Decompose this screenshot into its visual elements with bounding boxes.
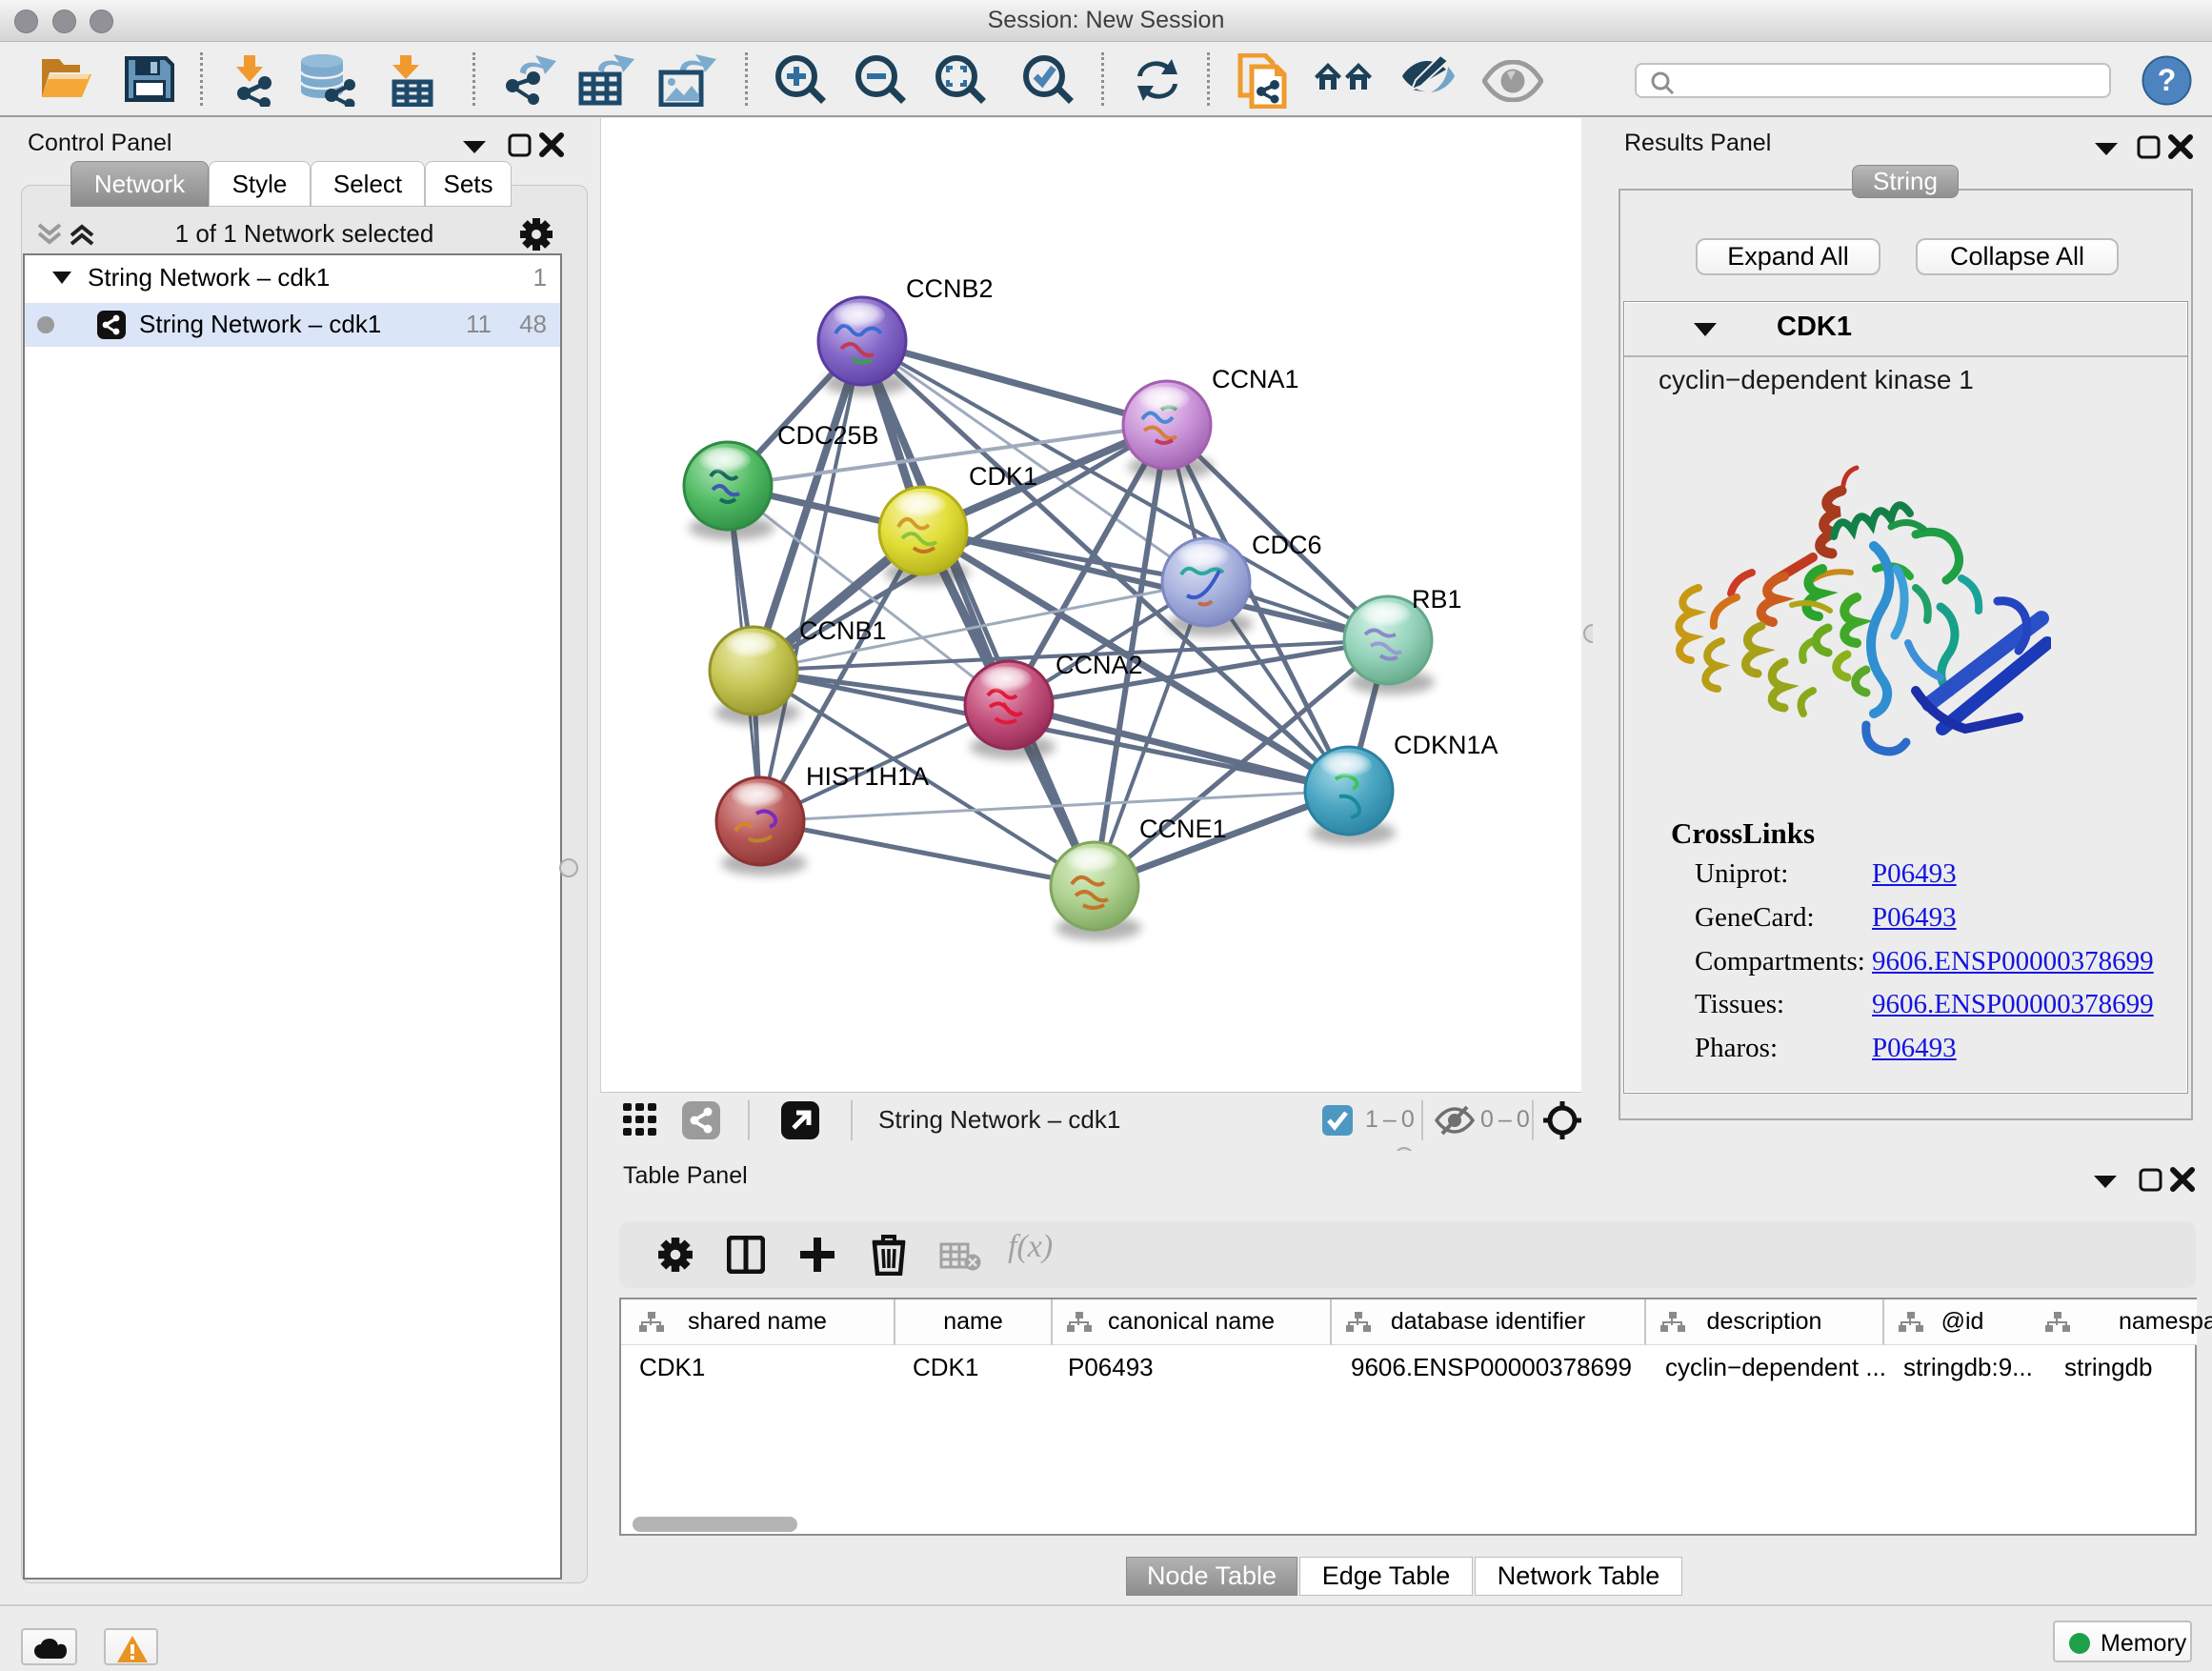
svg-text:CCNA2: CCNA2: [1056, 651, 1143, 679]
svg-text:CDK1: CDK1: [969, 462, 1037, 491]
svg-text:CCNA1: CCNA1: [1212, 365, 1299, 393]
svg-text:RB1: RB1: [1412, 585, 1462, 614]
svg-text:CCNE1: CCNE1: [1139, 815, 1227, 843]
svg-text:?: ?: [2158, 63, 2177, 97]
svg-text:CCNB1: CCNB1: [799, 616, 887, 645]
svg-text:CDC6: CDC6: [1252, 531, 1322, 559]
svg-text:CCNB2: CCNB2: [906, 274, 994, 303]
svg-text:HIST1H1A: HIST1H1A: [806, 762, 929, 791]
svg-text:CDKN1A: CDKN1A: [1394, 731, 1498, 759]
svg-text:CDC25B: CDC25B: [777, 421, 879, 450]
